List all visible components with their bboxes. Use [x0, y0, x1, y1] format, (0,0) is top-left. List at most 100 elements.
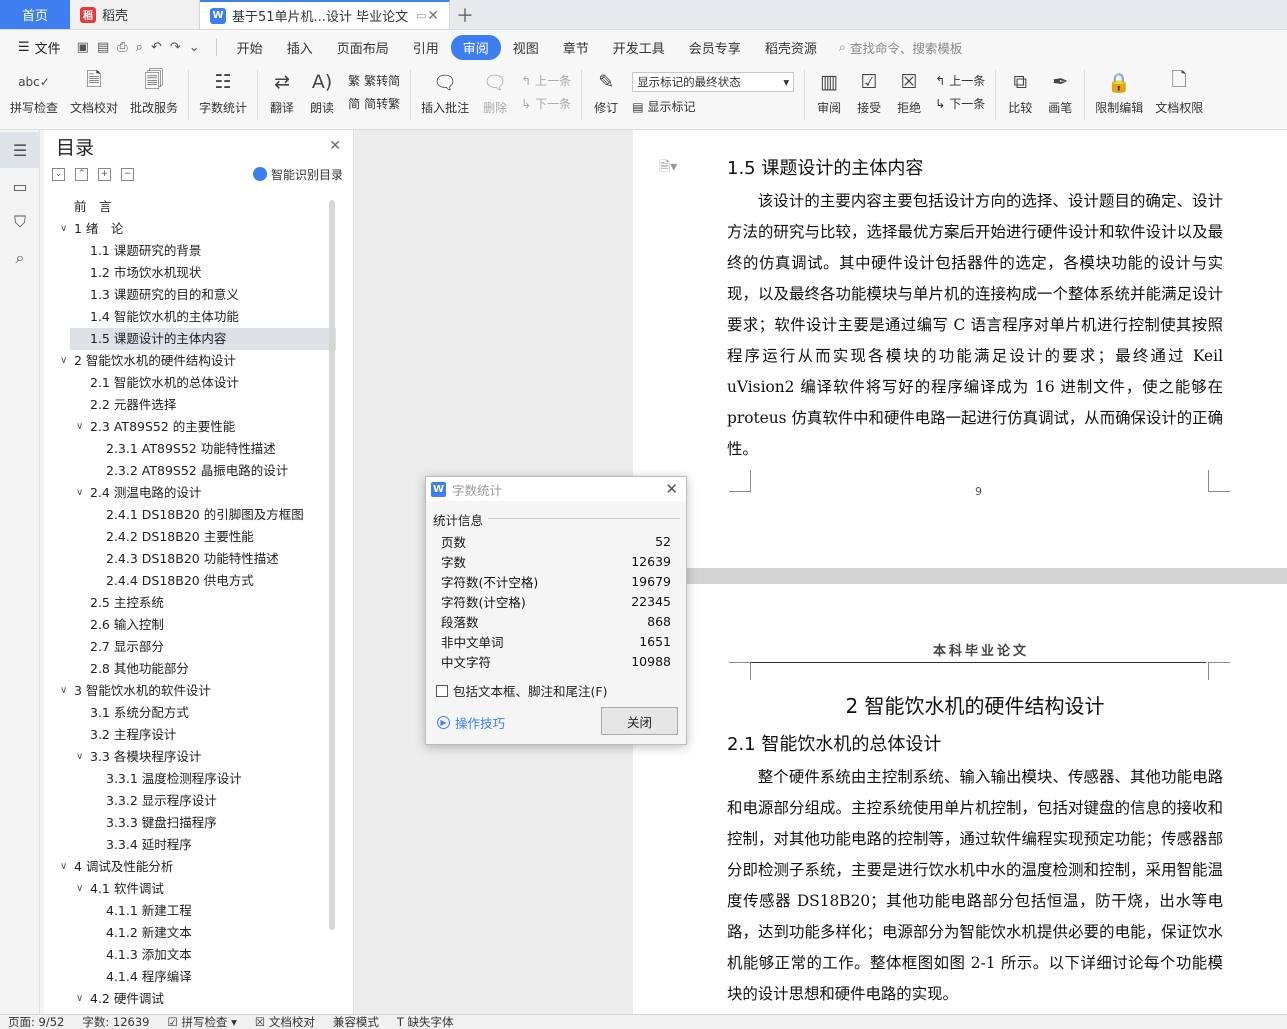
markup-state-select[interactable]: 显示标记的最终状态 ▾ [632, 72, 795, 92]
toc-item[interactable]: 4.1.2 新建文本 [44, 922, 336, 944]
delete-comment-button[interactable]: 🗨 删除 [475, 64, 515, 116]
status-page[interactable]: 页面: 9/52 [8, 1015, 64, 1029]
doc-permission-button[interactable]: 🗋 文档权限 [1149, 64, 1209, 116]
menu-review[interactable]: 审阅 [450, 34, 501, 60]
toc-item[interactable]: 3.3.2 显示程序设计 [44, 790, 336, 812]
toc-item[interactable]: 4.1.1 新建工程 [44, 900, 336, 922]
toc-item[interactable]: 3.3.1 温度检测程序设计 [44, 768, 336, 790]
doc-check-button[interactable]: 🗎 文档校对 [64, 64, 124, 116]
status-check[interactable]: ☒ 文档校对 [255, 1015, 315, 1029]
spell-check-button[interactable]: abc✓ 拼写检查 [4, 64, 64, 116]
toc-item[interactable]: 2.2 元器件选择 [44, 394, 336, 416]
reject-button[interactable]: ☒ 拒绝 [889, 64, 929, 116]
tab-daoke[interactable]: 稻 稻壳 [70, 0, 200, 29]
toc-item[interactable]: 2.3.2 AT89S52 晶振电路的设计 [44, 460, 336, 482]
toc-item[interactable]: 3.1 系统分配方式 [44, 702, 336, 724]
expand-all-icon[interactable]: ⌃ [75, 167, 88, 181]
toc-item[interactable]: 2.4.2 DS18B20 主要性能 [44, 526, 336, 548]
simp-to-trad-button[interactable]: 简简转繁 [348, 95, 400, 112]
save-icon[interactable]: ▣ [77, 40, 89, 55]
close-button[interactable]: 关闭 [601, 707, 678, 735]
toc-item[interactable]: ∨ 3 智能饮水机的软件设计 [44, 680, 336, 702]
menu-resources[interactable]: 稻壳资源 [753, 35, 829, 60]
translate-button[interactable]: ⇄ 翻译 [262, 64, 302, 116]
status-font[interactable]: T 缺失字体 [397, 1015, 454, 1029]
next-change-button[interactable]: ↳ 下一条 [935, 95, 985, 112]
toc-item[interactable]: 4.1.4 程序编译 [44, 966, 336, 988]
toc-item[interactable]: 2.4.4 DS18B20 供电方式 [44, 570, 336, 592]
toc-item[interactable]: 2.1 智能饮水机的总体设计 [44, 372, 336, 394]
toc-item[interactable]: ∨ 1 绪 论 [44, 218, 336, 240]
toc-item[interactable]: ∨ 3.3 各模块程序设计 [44, 746, 336, 768]
toc-item[interactable]: 3.3.4 延时程序 [44, 834, 336, 856]
menu-reference[interactable]: 引用 [401, 35, 451, 60]
word-count-button[interactable]: ☷ 字数统计 [193, 64, 253, 116]
show-markup-button[interactable]: ▤ 显示标记 [632, 98, 794, 115]
restrict-edit-button[interactable]: 🔒 限制编辑 [1089, 64, 1149, 116]
chevron-down-icon[interactable]: ∨ [76, 746, 83, 768]
command-search[interactable]: ⌕ 查找命令、搜索模板 [839, 38, 963, 57]
collapse-all-icon[interactable]: ⌄ [52, 167, 65, 181]
toc-item[interactable]: ∨ 2.4 测温电路的设计 [44, 482, 336, 504]
include-textbox-checkbox[interactable]: 包括文本框、脚注和尾注(F) [436, 681, 607, 700]
toc-item[interactable]: 2.5 主控系统 [44, 592, 336, 614]
toc-item[interactable]: 1.4 智能饮水机的主体功能 [44, 306, 336, 328]
toc-item[interactable]: 4.1.3 添加文本 [44, 944, 336, 966]
toc-item[interactable]: ∨ 2.3 AT89S52 的主要性能 [44, 416, 336, 438]
close-icon[interactable]: ✕ [329, 138, 341, 154]
close-icon[interactable]: ✕ [665, 480, 678, 498]
menu-developer[interactable]: 开发工具 [601, 35, 677, 60]
next-comment-button[interactable]: ↳ 下一条 [521, 95, 571, 112]
menu-chapter[interactable]: 章节 [551, 35, 601, 60]
chevron-down-icon[interactable]: ∨ [76, 878, 83, 900]
review-pane-button[interactable]: ▥ 审阅 [809, 64, 849, 116]
tab-document[interactable]: W 基于51单片机...设计 毕业论文 ▭ ✕ [200, 0, 450, 29]
batch-service-button[interactable]: 🗐 批改服务 [124, 64, 184, 116]
menu-view[interactable]: 视图 [501, 35, 551, 60]
toc-item[interactable]: 2.4.1 DS18B20 的引脚图及方框图 [44, 504, 336, 526]
print-icon[interactable]: ⎙ [117, 40, 127, 55]
toc-item[interactable]: 1.5 课题设计的主体内容 [70, 328, 336, 350]
tab-close-icon[interactable]: ✕ [427, 8, 439, 24]
prev-change-button[interactable]: ↰ 上一条 [935, 72, 985, 89]
export-icon[interactable]: ▤ [97, 40, 109, 55]
accept-button[interactable]: ☑ 接受 [849, 64, 889, 116]
smart-toc-button[interactable]: 智能识别目录 [252, 166, 343, 183]
chevron-down-icon[interactable]: ∨ [76, 482, 83, 504]
toc-icon[interactable]: ☰ [0, 132, 40, 168]
toc-item[interactable]: 2.4.3 DS18B20 功能特性描述 [44, 548, 336, 570]
page-menu-icon[interactable]: 🗎▾ [659, 156, 677, 180]
chevron-down-icon[interactable]: ∨ [60, 218, 67, 240]
compare-button[interactable]: ⧉ 比较 [1000, 64, 1040, 116]
file-menu[interactable]: ☰ 文件 [10, 38, 69, 57]
chevron-down-icon[interactable]: ∨ [60, 680, 67, 702]
toc-item[interactable]: ∨ 4.2 硬件调试 [44, 988, 336, 1010]
toc-item[interactable]: 3.3.3 键盘扫描程序 [44, 812, 336, 834]
toc-item[interactable]: 2.3.1 AT89S52 功能特性描述 [44, 438, 336, 460]
bookmark-icon[interactable]: ⛉ [0, 204, 40, 240]
chevron-down-icon[interactable]: ∨ [76, 988, 83, 1010]
dialog-titlebar[interactable]: W 字数统计 ✕ [426, 477, 686, 501]
tab-home[interactable]: 首页 [0, 0, 70, 29]
toc-item[interactable]: 2.8 其他功能部分 [44, 658, 336, 680]
menu-start[interactable]: 开始 [225, 35, 275, 60]
tips-link[interactable]: ▶ 操作技巧 [437, 713, 505, 732]
toc-item[interactable]: 前 言 [44, 196, 336, 218]
menu-insert[interactable]: 插入 [275, 35, 325, 60]
insert-comment-button[interactable]: 🗨 插入批注 [415, 64, 475, 116]
prev-comment-button[interactable]: ↰ 上一条 [521, 72, 571, 89]
paragraph-2-1[interactable]: 整个硬件系统由主控制系统、输入输出模块、传感器、其他功能电路和电源部分组成。主控… [727, 762, 1223, 1010]
pen-button[interactable]: ✒ 画笔 [1040, 64, 1080, 116]
chevron-down-icon[interactable]: ∨ [60, 350, 67, 372]
status-words[interactable]: 字数: 12639 [82, 1015, 149, 1029]
toc-item[interactable]: 1.3 课题研究的目的和意义 [44, 284, 336, 306]
toc-item[interactable]: 2.7 显示部分 [44, 636, 336, 658]
toc-item[interactable]: 2.6 输入控制 [44, 614, 336, 636]
toc-item[interactable]: ∨ 4 调试及性能分析 [44, 856, 336, 878]
chevron-down-icon[interactable]: ∨ [60, 856, 67, 878]
chapter-icon[interactable]: ▭ [0, 168, 40, 204]
remove-level-icon[interactable]: − [121, 167, 134, 181]
track-changes-button[interactable]: ✎ 修订 [586, 64, 626, 116]
trad-to-simp-button[interactable]: 繁繁转简 [348, 72, 400, 89]
toc-item[interactable]: 1.1 课题研究的背景 [44, 240, 336, 262]
